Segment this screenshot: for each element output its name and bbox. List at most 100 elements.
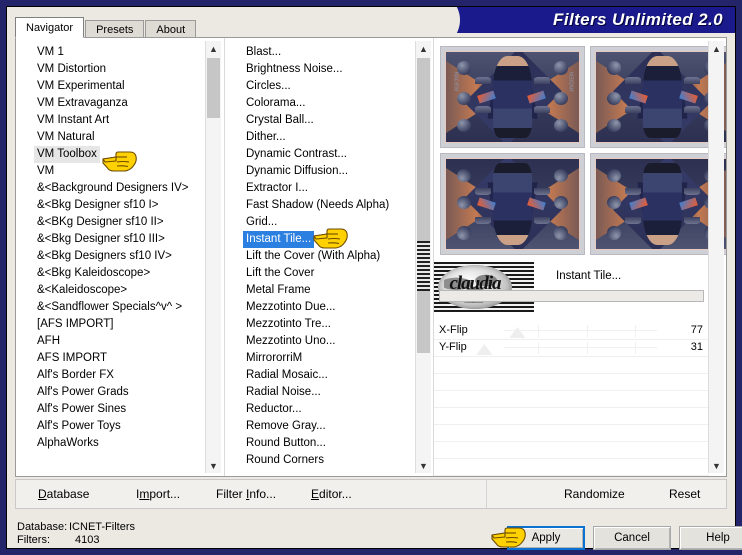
category-list-item[interactable]: AFS IMPORT (34, 350, 110, 367)
apply-button[interactable]: Apply (507, 526, 585, 550)
category-list-item[interactable]: &<Bkg Designer sf10 III> (34, 231, 168, 248)
category-list-item[interactable]: Alf's Power Sines (34, 401, 129, 418)
filter-list-item[interactable]: Grid... (243, 214, 280, 231)
category-list-item[interactable]: VM Instant Art (34, 112, 112, 129)
filter-scroll-up-icon[interactable]: ▲ (416, 41, 431, 56)
filter-list-item[interactable]: Colorama... (243, 95, 308, 112)
category-list[interactable]: VM 1 VM Distortion VM Experimental VM Extra… (16, 44, 203, 474)
preview-scrollbar[interactable]: ▲ ▼ (708, 41, 724, 473)
category-scrollbar[interactable]: ▲ ▼ (205, 41, 221, 473)
filter-list-item[interactable]: Dither... (243, 129, 289, 146)
preview-tile-bottom-left[interactable] (440, 153, 585, 255)
filter-scroll-thumb-marker (417, 241, 430, 291)
parameter-slider-row[interactable]: Y-Flip 31 (434, 340, 709, 357)
category-list-item[interactable]: VM Extravaganza (34, 95, 131, 112)
category-list-item[interactable]: &<Sandflower Specials^v^ > (34, 299, 185, 316)
filter-scroll-thumb[interactable] (417, 58, 430, 353)
slider-track[interactable] (504, 330, 657, 331)
category-list-item[interactable]: &<Bkg Designers sf10 IV> (34, 248, 175, 265)
category-list-item[interactable]: &<Bkg Designer sf10 I> (34, 197, 161, 214)
reset-button[interactable]: Reset (669, 487, 700, 501)
category-list-item[interactable]: Alf's Power Toys (34, 418, 124, 435)
filter-list-item[interactable]: Metal Frame (243, 282, 314, 299)
scroll-up-icon[interactable]: ▲ (206, 41, 221, 56)
parameter-slider-row-empty (434, 374, 709, 391)
preview-scroll-down-icon[interactable]: ▼ (709, 458, 724, 473)
filter-list-item[interactable]: Remove Gray... (243, 418, 329, 435)
preview-grid: NADIEM NADIEM (440, 46, 726, 258)
slider-track[interactable] (504, 347, 657, 348)
category-list-item[interactable]: Alf's Power Grads (34, 384, 132, 401)
filter-list-item[interactable]: Lift the Cover (243, 265, 317, 282)
filter-list-item[interactable]: Round Button... (243, 435, 329, 452)
filter-list-item[interactable]: Lift the Cover (With Alpha) (243, 248, 383, 265)
filter-list-item[interactable]: Round Corners (243, 452, 327, 469)
tab-presets[interactable]: Presets (85, 20, 145, 38)
category-list-item[interactable]: &<Background Designers IV> (34, 180, 192, 197)
filter-list-item[interactable]: Radial Mosaic... (243, 367, 331, 384)
import-button[interactable]: Import... (136, 487, 180, 501)
filter-list[interactable]: Blast... Brightness Noise... Circles... Col… (225, 44, 413, 474)
database-status-value: ICNET-Filters (69, 521, 135, 533)
slider-tick (537, 325, 539, 337)
filter-scrollbar[interactable]: ▲ ▼ (415, 41, 431, 473)
art-label-left: NADIEM (452, 71, 459, 92)
category-scroll-thumb[interactable] (207, 58, 220, 118)
filter-list-item[interactable]: Fast Shadow (Needs Alpha) (243, 197, 392, 214)
filter-info-button[interactable]: Filter Info... (216, 487, 276, 501)
filter-list-item[interactable]: Radial Noise... (243, 384, 324, 401)
filter-list-item[interactable]: Blast... (243, 44, 284, 61)
filter-list-item[interactable]: Extractor I... (243, 180, 311, 197)
filter-list-item[interactable]: Reductor... (243, 401, 305, 418)
preview-tile-bottom-right[interactable] (590, 153, 726, 255)
cancel-button[interactable]: Cancel (593, 526, 671, 550)
parameter-name: Y-Flip (439, 341, 467, 353)
category-list-item[interactable]: VM (34, 163, 57, 180)
category-list-item[interactable]: VM 1 (34, 44, 67, 61)
filter-list-item[interactable]: Instant Tile... (243, 231, 315, 248)
category-list-item[interactable]: VM Natural (34, 129, 98, 146)
category-list-item[interactable]: AFH (34, 333, 63, 350)
filter-list-item[interactable]: Brightness Noise... (243, 61, 346, 78)
slider-tick (586, 325, 588, 337)
filter-list-item[interactable]: Circles... (243, 78, 294, 95)
category-column: VM 1 VM Distortion VM Experimental VM Extra… (16, 38, 223, 476)
category-list-item[interactable]: [AFS IMPORT] (34, 316, 116, 333)
scroll-down-icon[interactable]: ▼ (206, 458, 221, 473)
parameter-slider-row[interactable]: X-Flip 77 (434, 323, 709, 340)
randomize-button[interactable]: Randomize (564, 487, 625, 501)
parameter-slider-row-empty (434, 442, 709, 459)
editor-button[interactable]: Editor... (311, 487, 352, 501)
preview-tile-top-right[interactable] (590, 46, 726, 148)
filter-scroll-down-icon[interactable]: ▼ (416, 458, 431, 473)
filter-list-item[interactable]: Dynamic Diffusion... (243, 163, 351, 180)
category-list-item[interactable]: &<Kaleidoscope> (34, 282, 130, 299)
tab-navigator[interactable]: Navigator (15, 17, 85, 38)
category-list-item[interactable]: VM Distortion (34, 61, 109, 78)
filters-status-value: 4103 (75, 534, 100, 546)
filter-list-item[interactable]: Dynamic Contrast... (243, 146, 350, 163)
filter-list-item[interactable]: Crystal Ball... (243, 112, 317, 129)
slider-knob[interactable] (476, 344, 493, 355)
tab-about[interactable]: About (145, 20, 197, 38)
filter-list-item[interactable]: Mezzotinto Uno... (243, 333, 338, 350)
category-list-item[interactable]: VM Experimental (34, 78, 128, 95)
parameter-slider-row-empty (434, 408, 709, 425)
preview-tile-top-left[interactable]: NADIEM NADIEM (440, 46, 585, 148)
parameter-slider-row-empty (434, 425, 709, 442)
category-list-item[interactable]: Alf's Border FX (34, 367, 117, 384)
slider-knob[interactable] (509, 327, 526, 338)
database-button[interactable]: Database (38, 487, 89, 501)
title-banner: Filters Unlimited 2.0 (430, 7, 735, 33)
preview-column: NADIEM NADIEM claudia Instant Tile... X-… (433, 38, 726, 476)
filter-list-item[interactable]: MirrororriM (243, 350, 305, 367)
help-button[interactable]: Help (679, 526, 742, 550)
art-label-right: NADIEM (567, 71, 574, 92)
category-list-item[interactable]: AlphaWorks (34, 435, 102, 452)
filter-list-item[interactable]: Mezzotinto Tre... (243, 316, 334, 333)
category-list-item[interactable]: VM Toolbox (34, 146, 100, 163)
filter-list-item[interactable]: Mezzotinto Due... (243, 299, 338, 316)
category-list-item[interactable]: &<BKg Designer sf10 II> (34, 214, 167, 231)
category-list-item[interactable]: &<Bkg Kaleidoscope> (34, 265, 153, 282)
preview-scroll-up-icon[interactable]: ▲ (709, 41, 724, 56)
